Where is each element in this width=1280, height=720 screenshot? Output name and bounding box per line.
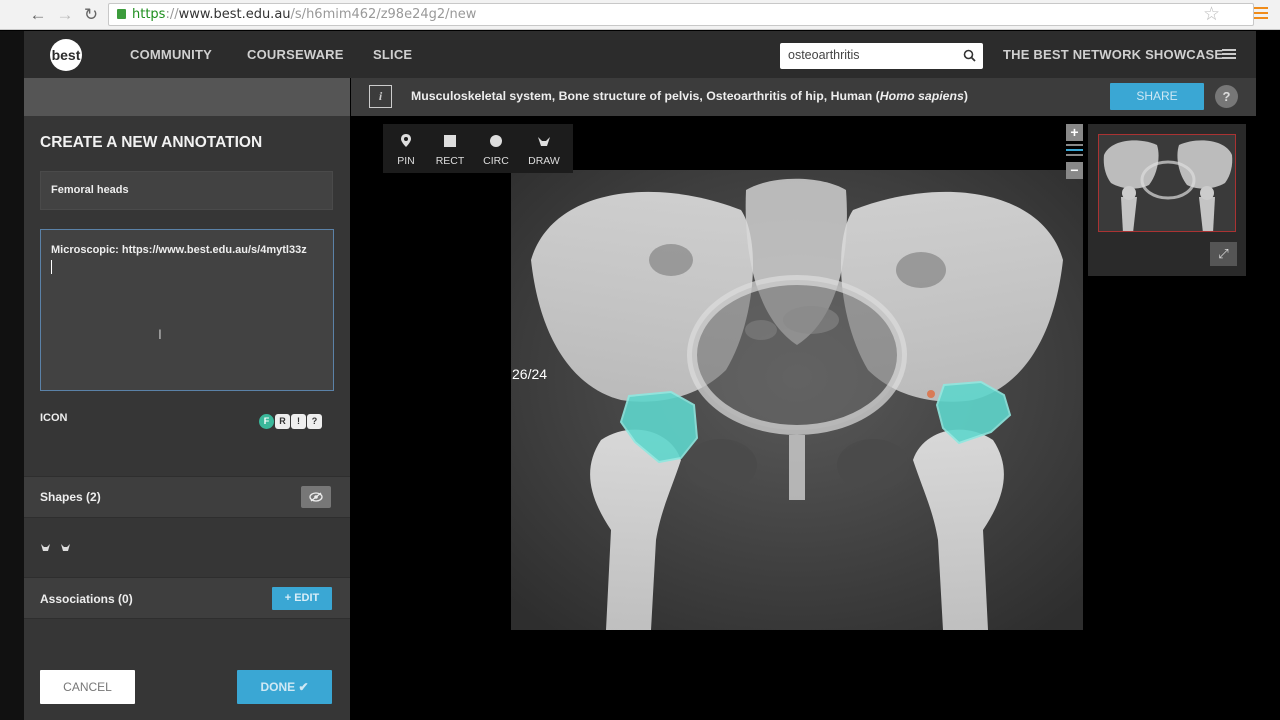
back-button[interactable]: ← (27, 4, 49, 26)
left-gutter (0, 31, 24, 720)
nav-link-courseware[interactable]: COURSEWARE (247, 31, 344, 78)
icon-option-f[interactable]: F (259, 414, 274, 429)
annotation-description-field[interactable]: Microscopic: https://www.best.edu.au/s/4… (40, 229, 334, 391)
browser-toolbar: ← → ↻ https://www.best.edu.au/s/h6mim462… (0, 0, 1280, 30)
edit-associations-button[interactable]: + EDIT (272, 587, 332, 610)
hamburger-menu-icon[interactable] (1222, 49, 1236, 61)
share-button[interactable]: SHARE (1110, 83, 1204, 110)
pin-icon (383, 132, 429, 154)
annotation-panel: CREATE A NEW ANNOTATION Femoral heads Mi… (24, 78, 350, 720)
circle-tool[interactable]: CIRC (473, 124, 519, 173)
circle-icon (473, 132, 519, 154)
browser-menu-icon[interactable] (1254, 7, 1268, 21)
shapes-section-header: Shapes (2) (24, 476, 350, 518)
eye-toggle-icon[interactable] (301, 486, 331, 508)
icon-option-question[interactable]: ? (307, 414, 322, 429)
description-text: Microscopic: https://www.best.edu.au/s/4… (51, 244, 307, 256)
address-bar[interactable]: https://www.best.edu.au/s/h6mim462/z98e2… (108, 3, 1254, 26)
info-icon[interactable]: i (369, 85, 392, 108)
shapes-label: Shapes (2) (40, 490, 101, 504)
slide-title: Musculoskeletal system, Bone structure o… (411, 89, 968, 103)
panel-title: CREATE A NEW ANNOTATION (40, 134, 263, 151)
species-name: Homo sapiens (879, 89, 964, 103)
icon-option-exclamation[interactable]: ! (291, 414, 306, 429)
drawing-toolbar: PIN RECT CIRC DRAW (383, 124, 573, 173)
draw-tool[interactable]: DRAW (521, 124, 567, 173)
pin-tool[interactable]: PIN (383, 124, 429, 173)
search-icon[interactable] (963, 49, 976, 62)
nav-link-slice[interactable]: SLICE (373, 31, 412, 78)
zoom-in-button[interactable]: + (1066, 124, 1083, 141)
draw-icon (521, 132, 567, 154)
done-button[interactable]: DONE ✔ (237, 670, 332, 704)
forward-button[interactable]: → (54, 4, 76, 26)
pelvis-xray-image[interactable] (511, 170, 1083, 630)
slice-indicator: 26/24 (512, 366, 548, 382)
shape-list (40, 543, 71, 556)
zoom-out-button[interactable]: − (1066, 162, 1083, 179)
annotation-name-field[interactable]: Femoral heads (40, 171, 333, 210)
icon-picker: F R!? (259, 411, 323, 429)
bookmark-star-icon[interactable]: ☆ (1203, 3, 1220, 26)
zoom-slider[interactable] (1066, 144, 1083, 162)
viewer-header: i Musculoskeletal system, Bone structure… (351, 78, 1256, 116)
url-path: /s/h6mim462/z98e24g2/new (290, 7, 477, 22)
text-cursor-icon: I (158, 326, 162, 342)
minimap-thumbnail[interactable] (1098, 134, 1236, 232)
site-header: best COMMUNITY COURSEWARE SLICE THE BEST… (24, 31, 1256, 78)
icon-option-r[interactable]: R (275, 414, 290, 429)
associations-label: Associations (0) (40, 592, 133, 606)
text-caret (51, 260, 52, 274)
url-separator: :// (165, 7, 179, 22)
cancel-button[interactable]: CANCEL (40, 670, 135, 704)
icon-label: ICON (40, 412, 68, 424)
url-host: www.best.edu.au (178, 7, 291, 22)
draw-shape-icon[interactable] (60, 543, 71, 553)
lock-icon (117, 9, 126, 19)
nav-link-showcase[interactable]: THE BEST NETWORK SHOWCASE (1003, 31, 1223, 78)
help-icon[interactable]: ? (1215, 85, 1238, 108)
site-logo[interactable]: best (50, 39, 82, 71)
fullscreen-icon[interactable]: ⤢ (1210, 242, 1237, 266)
minimap: ⤢ (1088, 124, 1246, 276)
rect-tool[interactable]: RECT (427, 124, 473, 173)
draw-shape-icon[interactable] (40, 543, 51, 553)
panel-header-strip (24, 78, 350, 116)
zoom-control: + − (1066, 124, 1083, 179)
nav-link-community[interactable]: COMMUNITY (130, 31, 212, 78)
search-box (780, 43, 983, 69)
reload-button[interactable]: ↻ (80, 4, 102, 26)
rect-icon (427, 132, 473, 154)
search-input[interactable] (788, 43, 958, 67)
url-scheme: https (132, 7, 166, 22)
